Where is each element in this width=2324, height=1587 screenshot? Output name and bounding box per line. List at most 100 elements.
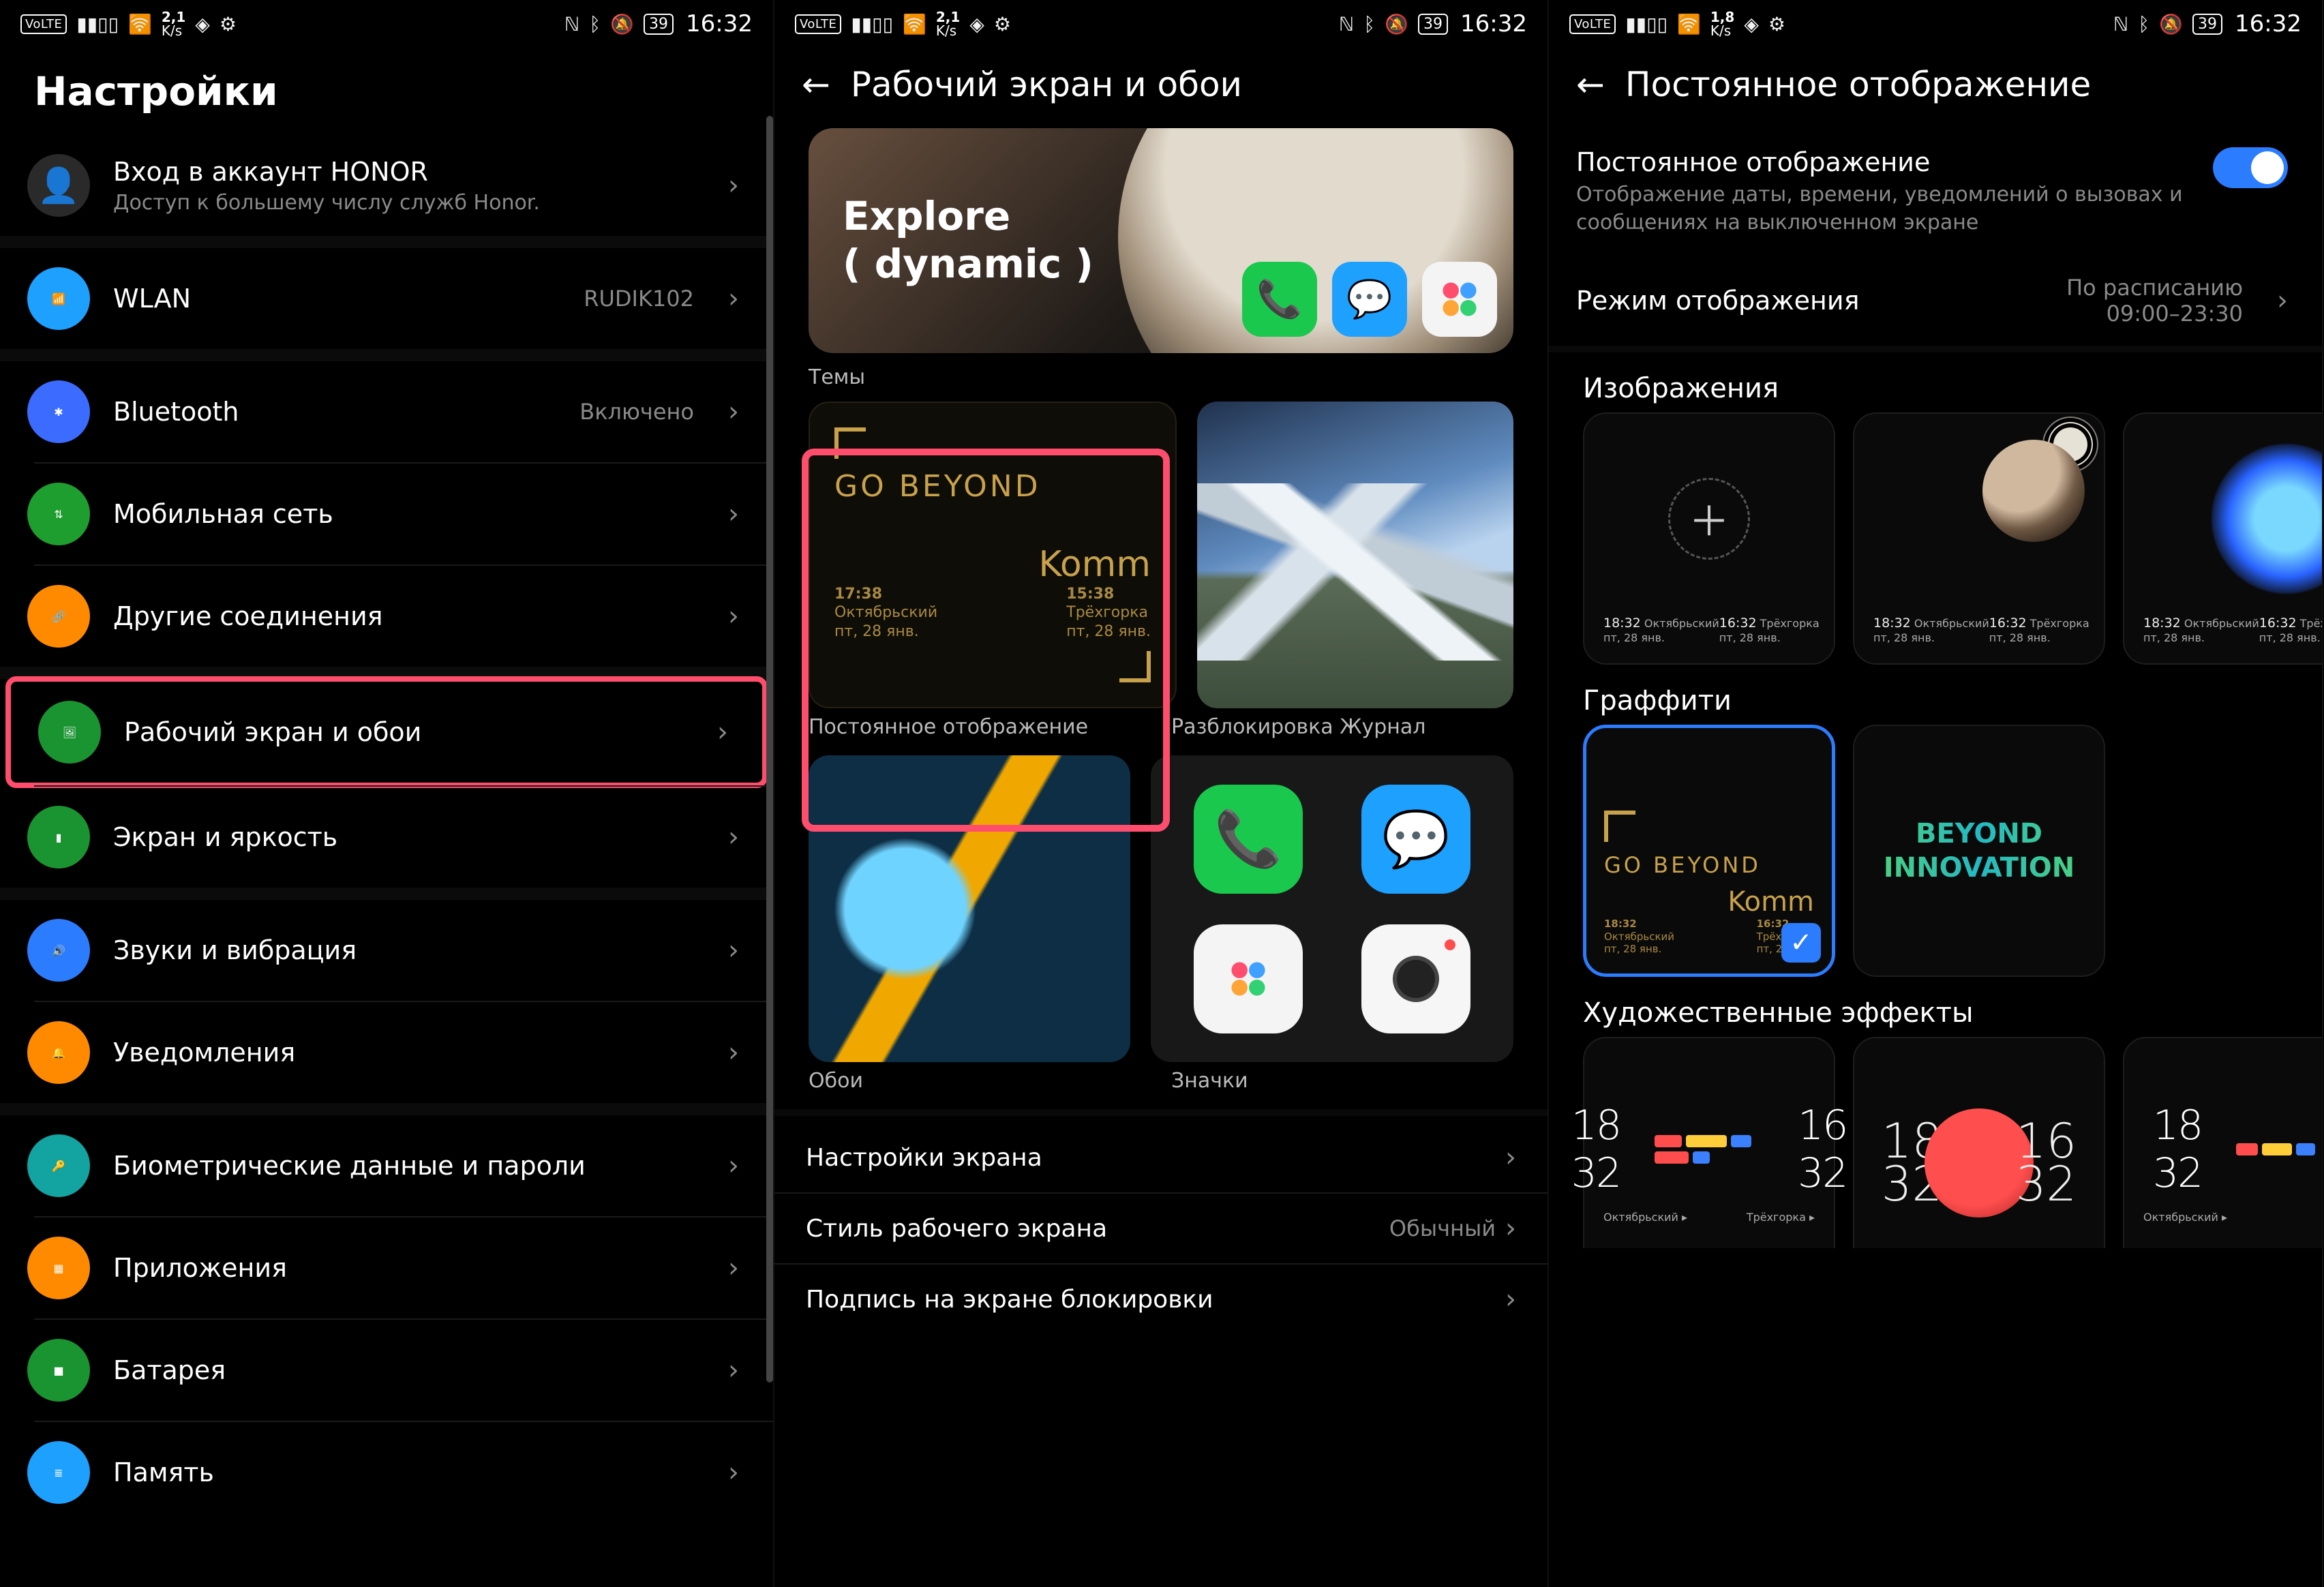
settings-item-wifi[interactable]: 📶WLANRUDIK102› — [0, 248, 773, 349]
settings-item-label: Уведомления — [113, 1038, 705, 1068]
status-bar: VoLTE ▮▮▯▯ 🛜 2,1K/s ◈ ⚙ ℕ ᛒ 🔕 39 16:32 — [774, 0, 1548, 48]
settings-item-storage[interactable]: ≣Память› — [0, 1422, 773, 1523]
icons-caption: Значки — [1171, 1069, 1513, 1093]
appstore-app-icon — [1194, 924, 1303, 1033]
aod-toggle[interactable] — [2213, 147, 2288, 188]
bluetooth-icon: ✱ — [27, 380, 90, 443]
home-screen-style-row[interactable]: Стиль рабочего экрана Обычный › — [774, 1192, 1548, 1263]
settings-item-label: Батарея — [113, 1355, 705, 1385]
display-icon: ▮ — [27, 806, 90, 868]
settings-item-label: Экран и яркость — [113, 822, 705, 852]
biometrics-icon: 🔑 — [27, 1134, 90, 1197]
volte-badge: VoLTE — [20, 14, 67, 34]
settings-item-wallpaper[interactable]: 🖼Рабочий экран и обои› — [11, 682, 762, 783]
display-mode-label: Режим отображения — [1576, 286, 2043, 316]
chevron-right-icon: › — [728, 1355, 739, 1386]
hero-line-1: Explore — [843, 193, 1093, 241]
moon-image-thumb[interactable]: 18:32 Октябрьскийпт, 28 янв. 16:32 Трёхг… — [1853, 412, 2105, 665]
camera-app-icon — [1361, 924, 1470, 1033]
settings-screen: VoLTE ▮▮▯▯ 🛜 2,1K/s ◈ ⚙ ℕ ᛒ 🔕 39 16:32 Н… — [0, 0, 774, 1587]
clock: 16:32 — [2235, 10, 2302, 37]
chevron-right-icon: › — [1505, 1213, 1516, 1244]
settings-item-value: Включено — [579, 399, 694, 425]
plus-icon: ＋ — [1668, 478, 1750, 560]
page-title: Настройки — [0, 48, 773, 135]
scroll-indicator[interactable] — [766, 116, 773, 1382]
status-bar: VoLTE ▮▮▯▯ 🛜 2,1K/s ◈ ⚙ ℕ ᛒ 🔕 39 16:32 — [0, 0, 773, 48]
chevron-right-icon: › — [728, 396, 739, 427]
abstract-graphic — [2212, 444, 2322, 594]
account-title: Вход в аккаунт HONOR — [113, 157, 705, 187]
chevron-right-icon: › — [1505, 1142, 1516, 1173]
display-mode-schedule: 09:00–23:30 — [2066, 301, 2243, 327]
icons-card[interactable]: 📞 💬 — [1151, 755, 1513, 1062]
cube-icon: ◈ — [969, 13, 984, 35]
settings-item-notifications[interactable]: 🔔Уведомления› — [0, 1002, 773, 1103]
wallpaper-icon: 🖼 — [38, 701, 101, 764]
magazine-unlock-card[interactable] — [1197, 402, 1513, 708]
chevron-right-icon: › — [717, 716, 728, 748]
mute-icon: 🔕 — [1385, 13, 1408, 35]
images-carousel[interactable]: ＋ 18:32 Октябрьскийпт, 28 янв. 16:32 Трё… — [1549, 412, 2322, 665]
gb-title: GO BEYOND — [834, 469, 1151, 504]
settings-item-battery[interactable]: ■Батарея› — [0, 1320, 773, 1421]
bluetooth-status-icon: ᛒ — [589, 13, 601, 35]
settings-item-apps[interactable]: ▦Приложения› — [0, 1218, 773, 1318]
settings-item-mobile-data[interactable]: ⇅Мобильная сеть› — [0, 464, 773, 564]
account-subtitle: Доступ к большему числу служб Honor. — [113, 191, 705, 215]
add-image-thumb[interactable]: ＋ 18:32 Октябрьскийпт, 28 янв. 16:32 Трё… — [1583, 412, 1835, 665]
battery-percent: 39 — [1423, 16, 1443, 33]
graffiti-go-beyond-thumb[interactable]: GO BEYOND Komm 18:32 Октябрьскийпт, 28 я… — [1583, 725, 1835, 977]
back-button[interactable]: ← — [1576, 65, 1605, 104]
home-and-wallpaper-screen: VoLTE ▮▮▯▯ 🛜 2,1K/s ◈ ⚙ ℕ ᛒ 🔕 39 16:32 ←… — [774, 0, 1549, 1587]
wifi-icon: 🛜 — [1677, 13, 1701, 35]
themes-caption: Темы — [809, 365, 1548, 389]
clock: 16:32 — [1460, 10, 1527, 37]
aod-toggle-row[interactable]: Постоянное отображение Отображение даты,… — [1549, 128, 2322, 256]
gear-icon: ⚙ — [220, 13, 237, 35]
settings-item-biometrics[interactable]: 🔑 Биометрические данные и пароли › — [0, 1115, 773, 1216]
art-blocks-thumb[interactable]: 1832 1632 Октябрьский ▸ Трёхгорка ▸ — [1583, 1037, 1835, 1248]
art-extra-thumb[interactable]: 1832 Октябрьский ▸ — [2123, 1037, 2322, 1248]
abstract-image-thumb[interactable]: 18:32 Октябрьскийпт, 28 янв. 16:32 Трёхг… — [2123, 412, 2322, 665]
magazine-caption: Разблокировка Журнал — [1171, 715, 1513, 739]
graffiti-beyond-innovation-thumb[interactable]: BEYONDINNOVATION — [1853, 725, 2105, 977]
chevron-right-icon: › — [728, 283, 739, 314]
settings-item-value: RUDIK102 — [584, 286, 694, 312]
settings-item-sound[interactable]: 🔊Звуки и вибрация› — [0, 900, 773, 1001]
home-screen-menu: Настройки экрана › Стиль рабочего экрана… — [774, 1123, 1548, 1334]
bluetooth-status-icon: ᛒ — [2138, 13, 2149, 35]
aod-toggle-title: Постоянное отображение — [1576, 147, 2190, 177]
home-screen-settings-row[interactable]: Настройки экрана › — [774, 1123, 1548, 1192]
gear-icon: ⚙ — [994, 13, 1011, 35]
chevron-right-icon: › — [1505, 1284, 1516, 1315]
settings-item-display[interactable]: ▮Экран и яркость› — [0, 787, 773, 888]
wifi-icon: 🛜 — [128, 13, 152, 35]
sound-icon: 🔊 — [27, 919, 90, 982]
art-redcircle-thumb[interactable]: 1832 1632 — [1853, 1037, 2105, 1248]
network-speed: 1,8K/s — [1710, 10, 1734, 37]
art-carousel[interactable]: 1832 1632 Октябрьский ▸ Трёхгорка ▸ — [1549, 1037, 2322, 1248]
nfc-icon: ℕ — [1339, 13, 1354, 35]
themes-hero[interactable]: Explore ( dynamic ) 📞 💬 — [809, 128, 1513, 353]
aod-caption: Постоянное отображение — [809, 715, 1151, 739]
account-row[interactable]: 👤 Вход в аккаунт HONOR Доступ к большему… — [0, 135, 773, 236]
chevron-right-icon: › — [728, 1150, 739, 1181]
gb-komm: Komm — [834, 544, 1151, 585]
wallpapers-card[interactable] — [809, 755, 1130, 1062]
lock-screen-signature-row[interactable]: Подпись на экране блокировки › — [774, 1263, 1548, 1334]
settings-item-label: Биометрические данные и пароли — [113, 1151, 705, 1181]
mute-icon: 🔕 — [610, 13, 634, 35]
graffiti-carousel[interactable]: GO BEYOND Komm 18:32 Октябрьскийпт, 28 я… — [1549, 725, 2322, 977]
settings-item-link[interactable]: 🔗Другие соединения› — [0, 566, 773, 667]
hero-line-2: ( dynamic ) — [843, 241, 1093, 288]
aod-card[interactable]: GO BEYOND Komm 17:38 Октябрьский пт, 28 … — [809, 402, 1177, 708]
back-button[interactable]: ← — [802, 65, 830, 104]
cube-icon: ◈ — [1744, 13, 1759, 35]
settings-item-bluetooth[interactable]: ✱BluetoothВключено› — [0, 361, 773, 462]
settings-item-label: Звуки и вибрация — [113, 935, 705, 965]
display-mode-row[interactable]: Режим отображения По расписанию 09:00–23… — [1549, 256, 2322, 346]
gear-icon: ⚙ — [1768, 13, 1785, 35]
section-graffiti: Граффити — [1549, 665, 2322, 725]
volte-badge: VoLTE — [1569, 14, 1616, 34]
